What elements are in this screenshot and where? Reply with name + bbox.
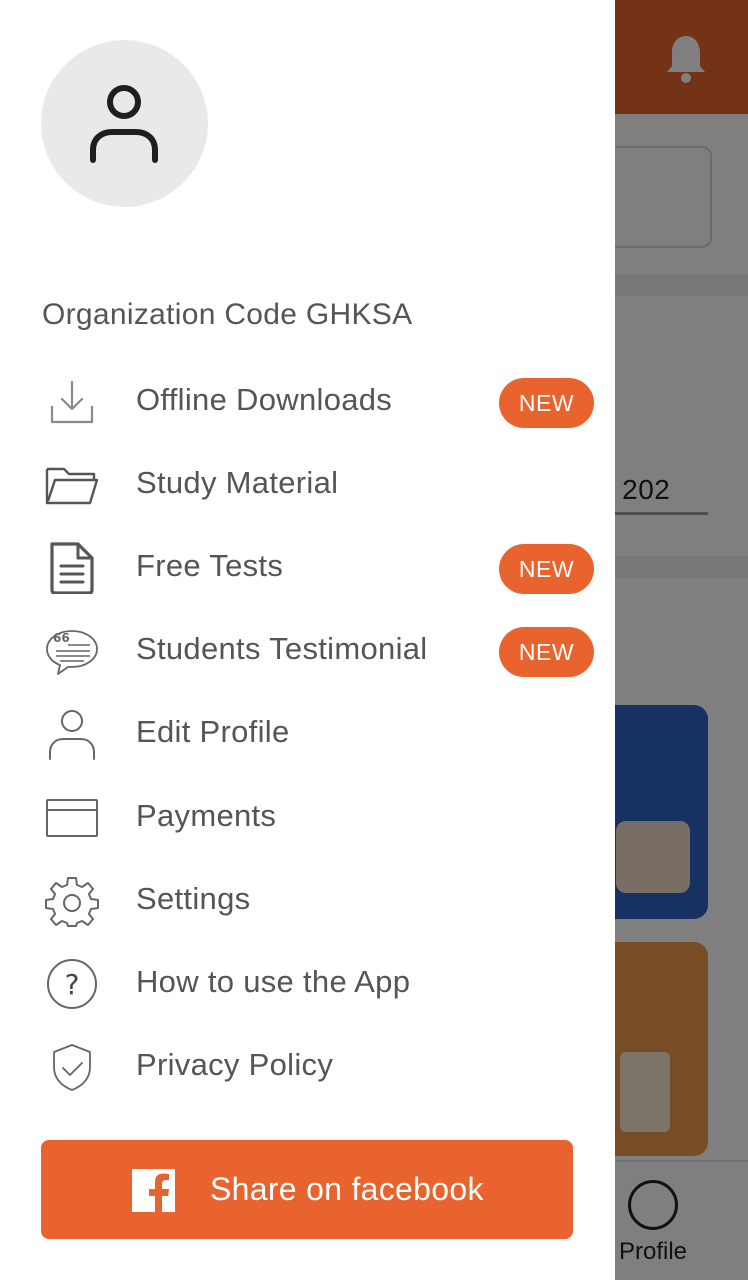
user-icon [49, 710, 95, 760]
shield-icon [53, 1044, 91, 1091]
menu-item-label: Payments [136, 798, 277, 833]
share-facebook-label: Share on facebook [210, 1171, 484, 1207]
organization-code: Organization Code GHKSA [42, 298, 413, 331]
menu-item-label: Offline Downloads [136, 382, 393, 417]
quote-bubble-icon: 66 [46, 630, 98, 675]
new-badge: NEW [499, 627, 594, 677]
menu-item-label: Free Tests [136, 548, 284, 583]
menu-item-label: Privacy Policy [136, 1047, 334, 1082]
share-facebook-button[interactable]: Share on facebook [41, 1140, 573, 1239]
document-icon [50, 542, 94, 594]
menu-item-free-tests[interactable]: Free Tests NEW [0, 527, 615, 610]
menu-item-label: How to use the App [136, 964, 411, 999]
navigation-drawer: Organization Code GHKSA Offline Download… [0, 0, 615, 1280]
menu-item-privacy-policy[interactable]: Privacy Policy [0, 1026, 615, 1109]
gear-icon [45, 877, 99, 927]
svg-text:66: 66 [53, 631, 70, 645]
new-badge: NEW [499, 378, 594, 428]
card-icon [46, 799, 98, 837]
menu-item-students-testimonial[interactable]: 66 Students Testimonial NEW [0, 610, 615, 693]
menu-item-label: Settings [136, 881, 251, 916]
menu-item-settings[interactable]: Settings [0, 860, 615, 943]
menu-item-offline-downloads[interactable]: Offline Downloads NEW [0, 361, 615, 444]
menu-item-label: Edit Profile [136, 714, 290, 749]
menu-item-study-material[interactable]: Study Material [0, 444, 615, 527]
menu-item-label: Students Testimonial [136, 631, 428, 666]
svg-text:?: ? [65, 968, 80, 1001]
help-icon: ? [47, 959, 97, 1009]
download-icon [50, 380, 94, 424]
menu-item-edit-profile[interactable]: Edit Profile [0, 693, 615, 776]
folder-icon [45, 467, 99, 505]
facebook-icon [132, 1169, 175, 1212]
avatar[interactable] [41, 40, 208, 207]
menu-item-payments[interactable]: Payments [0, 777, 615, 860]
new-badge: NEW [499, 544, 594, 594]
menu-item-how-to-use[interactable]: ? How to use the App [0, 943, 615, 1026]
user-avatar-icon [90, 85, 158, 163]
menu-item-label: Study Material [136, 465, 339, 500]
